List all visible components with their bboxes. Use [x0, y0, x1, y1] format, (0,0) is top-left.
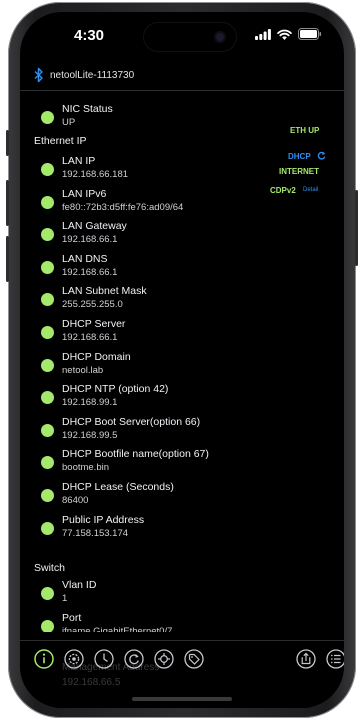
internet-tag: INTERNET	[279, 167, 319, 176]
item-label: LAN IP	[62, 155, 96, 167]
item-value: fe80::72b3:d5ff:fe76:ad09/64	[62, 201, 184, 213]
status-dot	[41, 358, 54, 372]
item-value: netool.lab	[62, 364, 104, 376]
status-dot	[41, 423, 54, 437]
status-dot	[41, 228, 54, 242]
item-value: ifname GigabitEthernet0/7	[62, 625, 173, 632]
item-value: 192.168.66.1	[62, 332, 118, 343]
info-item[interactable]: DHCP Lease (Seconds) 86400	[20, 480, 280, 510]
info-item[interactable]: LAN IP 192.168.66.181	[20, 154, 280, 184]
settings-icon[interactable]	[64, 649, 84, 669]
screen: 4:30 netoolLite-1113730 NIC Status UP Et…	[20, 12, 344, 708]
item-value: UP	[62, 117, 76, 128]
status-dot	[41, 489, 54, 502]
info-item[interactable]: LAN IPv6 fe80::72b3:d5ff:fe76:ad09/64	[20, 187, 280, 217]
item-label: DHCP Domain	[62, 350, 131, 363]
side-button	[6, 130, 9, 156]
item-label: LAN Subnet Mask	[62, 285, 147, 298]
info-item[interactable]: LAN Subnet Mask 255.255.255.0	[20, 284, 280, 314]
section-switch: Switch	[34, 562, 65, 574]
eth-up-tag: ETH UP	[290, 126, 320, 135]
status-dot	[41, 619, 54, 632]
status-dot	[41, 521, 54, 535]
item-value: bootme.bin	[62, 462, 110, 474]
side-button	[6, 180, 9, 226]
status-bar: 4:30	[20, 12, 344, 60]
bluetooth-icon[interactable]	[34, 67, 44, 83]
item-value: 192.168.66.1	[62, 234, 118, 246]
device-name: netoolLite-1113730	[50, 70, 135, 81]
status-dot	[41, 111, 54, 124]
share-icon[interactable]	[296, 649, 316, 669]
info-item[interactable]: Port ifname GigabitEthernet0/7	[20, 611, 280, 632]
info-item[interactable]: Vlan ID 1	[20, 578, 280, 608]
status-time: 4:30	[74, 27, 105, 44]
tag-icon[interactable]	[184, 649, 204, 669]
section-ethernet-ip: Ethernet IP	[34, 135, 87, 147]
status-dot	[41, 326, 54, 339]
item-label: DHCP NTP (option 42)	[62, 383, 169, 396]
signal-icon	[255, 28, 271, 40]
item-value: 192.168.66.1	[62, 266, 118, 278]
item-label: DHCP Boot Server(option 66)	[62, 415, 201, 428]
item-label: LAN Gateway	[62, 220, 127, 233]
item-value: 192.168.66.181	[62, 169, 129, 180]
battery-icon	[298, 28, 322, 40]
camera-lens	[214, 31, 226, 43]
nic-status-item[interactable]: NIC Status UP	[20, 102, 280, 132]
status-dot	[41, 163, 54, 176]
network-icon[interactable]	[154, 649, 174, 669]
refresh-icon[interactable]	[124, 649, 144, 669]
info-item[interactable]: LAN Gateway 192.168.66.1	[20, 219, 280, 249]
status-dot	[41, 293, 54, 307]
info-item[interactable]: DHCP Domain netool.lab	[20, 350, 280, 380]
status-dot	[41, 391, 54, 405]
item-label: Public IP Address	[62, 513, 145, 526]
info-icon[interactable]	[34, 649, 54, 669]
item-label: LAN IPv6	[62, 187, 107, 200]
info-item[interactable]: DHCP Bootfile name(option 67) bootme.bin	[20, 447, 280, 477]
item-label: Port	[62, 611, 82, 624]
item-value: 192.168.66.5	[62, 677, 121, 688]
dynamic-island	[144, 23, 236, 51]
info-item[interactable]: DHCP Boot Server(option 66) 192.168.99.5	[20, 415, 280, 445]
item-label: DHCP Server	[62, 318, 126, 330]
status-dot	[41, 195, 54, 209]
info-item[interactable]: LAN DNS 192.168.66.1	[20, 252, 280, 282]
info-list: NIC Status UP Ethernet IP ETH UP DHCP IN…	[20, 92, 344, 632]
info-item[interactable]: Public IP Address 77.158.153.174	[20, 513, 280, 543]
refresh-icon	[317, 151, 326, 160]
item-value: 1	[62, 593, 68, 604]
list-icon[interactable]	[326, 649, 344, 669]
home-indicator	[132, 697, 232, 701]
info-item[interactable]: DHCP NTP (option 42) 192.168.99.1	[20, 382, 280, 412]
status-dot	[41, 587, 54, 600]
status-dot	[41, 260, 54, 274]
item-value: 77.158.153.174	[62, 527, 129, 539]
item-label: LAN DNS	[62, 252, 108, 265]
status-dot	[41, 456, 54, 470]
app-header: netoolLite-1113730	[20, 62, 344, 91]
wifi-icon	[277, 29, 292, 40]
item-value: 192.168.99.5	[62, 429, 118, 441]
side-button	[6, 236, 9, 282]
side-button	[355, 190, 358, 266]
item-label: DHCP Lease (Seconds)	[62, 481, 174, 493]
info-item[interactable]: DHCP Server 192.168.66.1	[20, 317, 280, 347]
dhcp-tag[interactable]: DHCP	[288, 146, 326, 164]
item-value: 192.168.99.1	[62, 397, 118, 409]
item-value: 255.255.255.0	[62, 299, 123, 311]
history-icon[interactable]	[94, 649, 114, 669]
detail-link[interactable]: Detail	[303, 187, 318, 193]
item-value: 86400	[62, 495, 89, 506]
status-icons	[255, 28, 322, 40]
item-label: DHCP Bootfile name(option 67)	[62, 448, 209, 461]
dhcp-label: DHCP	[288, 152, 311, 161]
item-label: NIC Status	[62, 103, 113, 115]
item-label: Vlan ID	[62, 579, 97, 591]
